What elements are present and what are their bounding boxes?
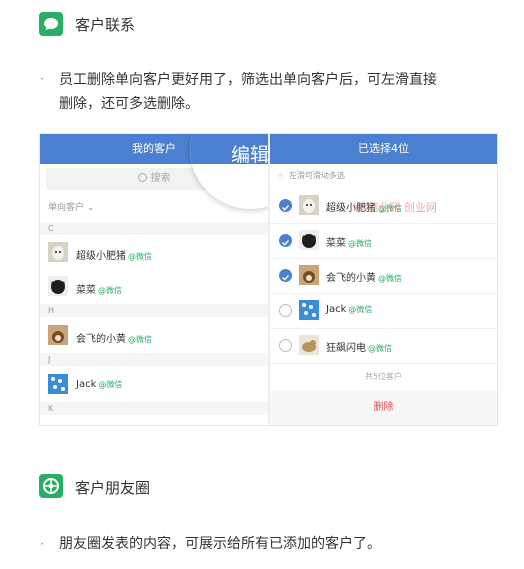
paragraph-line: 员工删除单向客户更好用了，筛选出单向客户后，可左滑直接 bbox=[59, 72, 437, 88]
list-item[interactable]: Jack @微信 bbox=[270, 293, 497, 329]
wechat-tag: @微信 bbox=[368, 344, 392, 353]
avatar bbox=[299, 265, 319, 285]
contact-name: Jack bbox=[76, 379, 97, 390]
moments-icon bbox=[39, 474, 63, 498]
group-header: K bbox=[40, 402, 268, 415]
contact-name: 菜菜 bbox=[76, 285, 96, 296]
paragraph-line: 朋友圈发表的内容，可展示给所有已添加的客户了。 bbox=[59, 536, 381, 552]
group-header: H bbox=[40, 304, 268, 317]
search-placeholder: 搜索 bbox=[150, 173, 171, 184]
wechat-tag: @微信 bbox=[378, 274, 402, 283]
checkbox-unchecked[interactable] bbox=[279, 304, 292, 317]
panel-header: 已选择4位 bbox=[270, 134, 497, 164]
checkbox-checked[interactable] bbox=[279, 234, 292, 247]
list-item[interactable]: 会飞的小黄 @微信 bbox=[40, 319, 268, 352]
wechat-tag: @微信 bbox=[98, 286, 122, 295]
avatar bbox=[299, 300, 319, 320]
filter-dropdown[interactable]: 单向客户 ⌄ bbox=[48, 200, 94, 213]
list-item[interactable]: 菜菜 @微信 bbox=[270, 223, 497, 259]
paragraph-line: 删除，还可多选删除。 bbox=[59, 96, 199, 112]
delete-button[interactable]: 删除 bbox=[270, 391, 497, 425]
group-header: J bbox=[40, 353, 268, 366]
my-customers-panel: 我的客户 搜索 单向客户 ⌄ C 超级小肥猪 @微信 菜菜 @微信 H 会飞的小黄 @… bbox=[40, 134, 310, 425]
avatar bbox=[48, 242, 68, 262]
hand-icon: ☝ bbox=[278, 171, 283, 180]
avatar bbox=[48, 276, 68, 296]
section-title-customer-moments: 客户朋友圈 bbox=[75, 479, 151, 497]
wechat-tag: @微信 bbox=[128, 252, 152, 261]
contact-name: 菜菜 bbox=[326, 238, 346, 249]
checkbox-checked[interactable] bbox=[279, 199, 292, 212]
bullet: · bbox=[40, 537, 44, 551]
contact-name: 超级小肥猪 bbox=[76, 251, 126, 262]
contact-name: 狂飙闪电 bbox=[326, 343, 366, 354]
list-item[interactable]: 菜菜 @微信 bbox=[40, 270, 268, 303]
list-item[interactable]: Jack @微信 bbox=[40, 368, 268, 401]
section-title-customer-contact: 客户联系 bbox=[75, 16, 136, 34]
search-icon bbox=[137, 173, 147, 182]
avatar bbox=[48, 325, 68, 345]
swipe-hint: ☝ 左滑可滑动多选 bbox=[278, 171, 345, 180]
list-item[interactable]: 狂飙闪电 @微信 bbox=[270, 328, 497, 364]
checkbox-unchecked[interactable] bbox=[279, 339, 292, 352]
contact-name: 会飞的小黄 bbox=[326, 273, 376, 284]
checkbox-checked[interactable] bbox=[279, 269, 292, 282]
watermark: KK创业网 创业网 bbox=[353, 201, 437, 214]
avatar bbox=[299, 335, 319, 355]
list-item[interactable]: 会飞的小黄 @微信 bbox=[270, 258, 497, 294]
avatar bbox=[299, 195, 319, 215]
wechat-tag: @微信 bbox=[348, 305, 373, 314]
total-count: 共5位客户 bbox=[364, 372, 403, 381]
avatar bbox=[299, 230, 319, 250]
chevron-down-icon: ⌄ bbox=[86, 203, 95, 213]
contact-name: 会飞的小黄 bbox=[76, 334, 126, 345]
group-header: C bbox=[40, 222, 268, 235]
filter-label: 单向客户 bbox=[48, 203, 85, 213]
wechat-tag: @微信 bbox=[128, 335, 152, 344]
list-item[interactable]: 超级小肥猪 @微信 bbox=[40, 236, 268, 269]
wechat-tag: @微信 bbox=[98, 380, 123, 389]
wechat-tag: @微信 bbox=[348, 239, 372, 248]
avatar bbox=[48, 374, 68, 394]
contact-name: Jack bbox=[326, 304, 347, 315]
screenshot-card: 我的客户 搜索 单向客户 ⌄ C 超级小肥猪 @微信 菜菜 @微信 H 会飞的小黄 @… bbox=[39, 133, 498, 426]
bullet: · bbox=[40, 72, 44, 86]
chat-bubble-icon bbox=[39, 12, 63, 36]
selected-customers-panel: 已选择4位 ☝ 左滑可滑动多选 超级小肥猪 @微信 菜菜 @微信 会飞的小黄 @微信 J… bbox=[270, 134, 497, 425]
